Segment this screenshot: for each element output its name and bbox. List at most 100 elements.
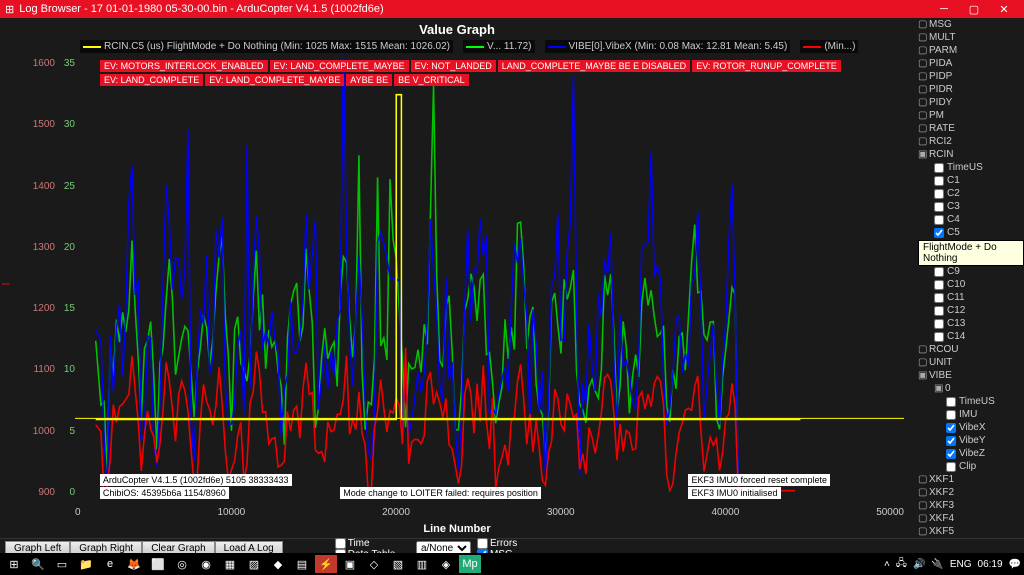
tree-check-c1[interactable]: C1 bbox=[914, 174, 1024, 187]
tray-vol-icon[interactable]: 🔊 bbox=[913, 559, 925, 570]
minimize-button[interactable]: ─ bbox=[929, 3, 959, 16]
maximize-button[interactable]: ▢ bbox=[959, 3, 989, 16]
app-icon-3[interactable]: ▨ bbox=[243, 555, 265, 573]
checkbox-time[interactable]: Time bbox=[335, 538, 410, 549]
annotation: EKF3 IMU0 forced reset complete bbox=[688, 474, 830, 486]
tree-check-imu[interactable]: IMU bbox=[914, 408, 1024, 421]
app-icon-7[interactable]: ◇ bbox=[363, 555, 385, 573]
legend-1: V... 11.72) bbox=[487, 41, 531, 52]
tree-item-rci2[interactable]: ▢RCI2 bbox=[914, 135, 1024, 148]
tree-check-c14[interactable]: C14 bbox=[914, 330, 1024, 343]
legend-3: (Min...) bbox=[824, 41, 855, 52]
warning-badge: AYBE BE bbox=[346, 74, 392, 86]
tree-check-vibey[interactable]: VibeY bbox=[914, 434, 1024, 447]
tray-lang[interactable]: ENG bbox=[950, 559, 972, 570]
steam-icon[interactable]: ◎ bbox=[171, 555, 193, 573]
taskview-icon[interactable]: ▭ bbox=[51, 555, 73, 573]
app-icon-1[interactable]: ⬜ bbox=[147, 555, 169, 573]
window-titlebar: ⊞ Log Browser - 17 01-01-1980 05-30-00.b… bbox=[0, 0, 1024, 18]
tree-check-c12[interactable]: C12 bbox=[914, 304, 1024, 317]
tree-item-pidp[interactable]: ▢PIDP bbox=[914, 70, 1024, 83]
tree-item-xkf4[interactable]: ▢XKF4 bbox=[914, 512, 1024, 525]
tray-time[interactable]: 06:19 bbox=[978, 559, 1003, 570]
tooltip: FlightMode + Do Nothing bbox=[918, 240, 1024, 266]
app-icon-5[interactable]: ▤ bbox=[291, 555, 313, 573]
tree-item-rcin[interactable]: ▣RCIN bbox=[914, 148, 1024, 161]
tree-item-pm[interactable]: ▢PM bbox=[914, 109, 1024, 122]
warning-badge: EV: NOT_LANDED bbox=[411, 60, 496, 72]
app-icon-9[interactable]: ▥ bbox=[411, 555, 433, 573]
tree-item-xkf3[interactable]: ▢XKF3 bbox=[914, 499, 1024, 512]
tree-check-timeus[interactable]: TimeUS bbox=[914, 395, 1024, 408]
anydesk-icon[interactable]: ⚡ bbox=[315, 555, 337, 573]
tree-item-rate[interactable]: ▢RATE bbox=[914, 122, 1024, 135]
tree-item-vibe[interactable]: ▣VIBE bbox=[914, 369, 1024, 382]
tree-check-c4[interactable]: C4 bbox=[914, 213, 1024, 226]
y-axis-red: 1600150014001300120011001000900 bbox=[30, 58, 55, 498]
tree-item-parm[interactable]: ▢PARM bbox=[914, 44, 1024, 57]
tree-item-rcou[interactable]: ▢RCOU bbox=[914, 343, 1024, 356]
tree-item-pidr[interactable]: ▢PIDR bbox=[914, 83, 1024, 96]
tray-net-icon[interactable]: 🖧 bbox=[896, 556, 907, 573]
y-axis-green: 35302520151050 bbox=[55, 58, 75, 498]
tree-item-unit[interactable]: ▢UNIT bbox=[914, 356, 1024, 369]
tree-check-timeus[interactable]: TimeUS bbox=[914, 161, 1024, 174]
start-icon[interactable]: ⊞ bbox=[3, 555, 25, 573]
tree-item-vibe-0[interactable]: ▣0 bbox=[914, 382, 1024, 395]
tree-item-pidy[interactable]: ▢PIDY bbox=[914, 96, 1024, 109]
tree-check-c10[interactable]: C10 bbox=[914, 278, 1024, 291]
close-button[interactable]: ✕ bbox=[989, 3, 1019, 16]
x-axis: 01000020000300004000050000 bbox=[75, 507, 904, 518]
tree-item-msg[interactable]: ▢MSG bbox=[914, 18, 1024, 31]
tree-check-c11[interactable]: C11 bbox=[914, 291, 1024, 304]
warning-badge: EV: LAND_COMPLETE_MAYBE bbox=[205, 74, 344, 86]
tree-check-c3[interactable]: C3 bbox=[914, 200, 1024, 213]
tree-item-mult[interactable]: ▢MULT bbox=[914, 31, 1024, 44]
tree-item-pida[interactable]: ▢PIDA bbox=[914, 57, 1024, 70]
warning-badge: EV: MOTORS_INTERLOCK_ENABLED bbox=[100, 60, 268, 72]
firefox-icon[interactable]: 🦊 bbox=[123, 555, 145, 573]
tree-check-c9[interactable]: C9 bbox=[914, 265, 1024, 278]
tree-check-c2[interactable]: C2 bbox=[914, 187, 1024, 200]
warning-badge: LAND_COMPLETE_MAYBE BE E DISABLED bbox=[498, 60, 690, 72]
search-icon[interactable]: 🔍 bbox=[27, 555, 49, 573]
app-icon-10[interactable]: ◈ bbox=[435, 555, 457, 573]
legend: RCIN.C5 (us) FlightMode + Do Nothing (Mi… bbox=[80, 40, 904, 53]
tree-item-xkf2[interactable]: ▢XKF2 bbox=[914, 486, 1024, 499]
tree-check-vibex[interactable]: VibeX bbox=[914, 421, 1024, 434]
checkbox-errors[interactable]: Errors bbox=[477, 538, 521, 549]
app-icon: ⊞ bbox=[5, 3, 14, 16]
tree-check-c5[interactable]: C5 bbox=[914, 226, 1024, 239]
app-icon-6[interactable]: ▣ bbox=[339, 555, 361, 573]
plot-area[interactable]: ArduCopter V4.1.5 (1002fd6e) 5105 383334… bbox=[75, 58, 904, 498]
taskbar[interactable]: ⊞ 🔍 ▭ 📁 e 🦊 ⬜ ◎ ◉ ▦ ▨ ◆ ▤ ⚡ ▣ ◇ ▧ ▥ ◈ Mp… bbox=[0, 553, 1024, 575]
tree-check-c13[interactable]: C13 bbox=[914, 317, 1024, 330]
legend-2: VIBE[0].VibeX (Min: 0.08 Max: 12.81 Mean… bbox=[569, 41, 788, 52]
tray-power-icon[interactable]: 🔌 bbox=[931, 559, 943, 570]
warning-badge: EV: LAND_COMPLETE_MAYBE bbox=[270, 60, 409, 72]
chrome-icon[interactable]: ◉ bbox=[195, 555, 217, 573]
graph-panel: Value Graph RCIN.C5 (us) FlightMode + Do… bbox=[0, 18, 914, 538]
app-icon-2[interactable]: ▦ bbox=[219, 555, 241, 573]
warning-badge: EV: ROTOR_RUNUP_COMPLETE bbox=[692, 60, 841, 72]
y-label: I bbox=[1, 282, 13, 285]
tree-check-vibez[interactable]: VibeZ bbox=[914, 447, 1024, 460]
app-icon-8[interactable]: ▧ bbox=[387, 555, 409, 573]
tray-up-icon[interactable]: ˄ bbox=[884, 559, 890, 570]
warning-badge: BE V_CRITICAL bbox=[394, 74, 469, 86]
annotation: ArduCopter V4.1.5 (1002fd6e) 5105 383334… bbox=[100, 474, 292, 486]
legend-0: RCIN.C5 (us) FlightMode + Do Nothing (Mi… bbox=[104, 41, 450, 52]
explorer-icon[interactable]: 📁 bbox=[75, 555, 97, 573]
tree-check-clip[interactable]: Clip bbox=[914, 460, 1024, 473]
tree-panel[interactable]: ▢MSG▢MULT▢PARM▢PIDA▢PIDP▢PIDR▢PIDY▢PM▢RA… bbox=[914, 18, 1024, 538]
tree-item-xkf1[interactable]: ▢XKF1 bbox=[914, 473, 1024, 486]
annotation: Mode change to LOITER failed: requires p… bbox=[340, 487, 541, 499]
app-icon-4[interactable]: ◆ bbox=[267, 555, 289, 573]
mp-icon[interactable]: Mp bbox=[459, 555, 481, 573]
warning-badge: EV: LAND_COMPLETE bbox=[100, 74, 203, 86]
tray-notif-icon[interactable]: 💬 bbox=[1009, 559, 1021, 570]
window-title: Log Browser - 17 01-01-1980 05-30-00.bin… bbox=[19, 3, 383, 15]
annotation: EKF3 IMU0 initialised bbox=[688, 487, 780, 499]
tree-item-xkf5[interactable]: ▢XKF5 bbox=[914, 525, 1024, 538]
edge-icon[interactable]: e bbox=[99, 555, 121, 573]
